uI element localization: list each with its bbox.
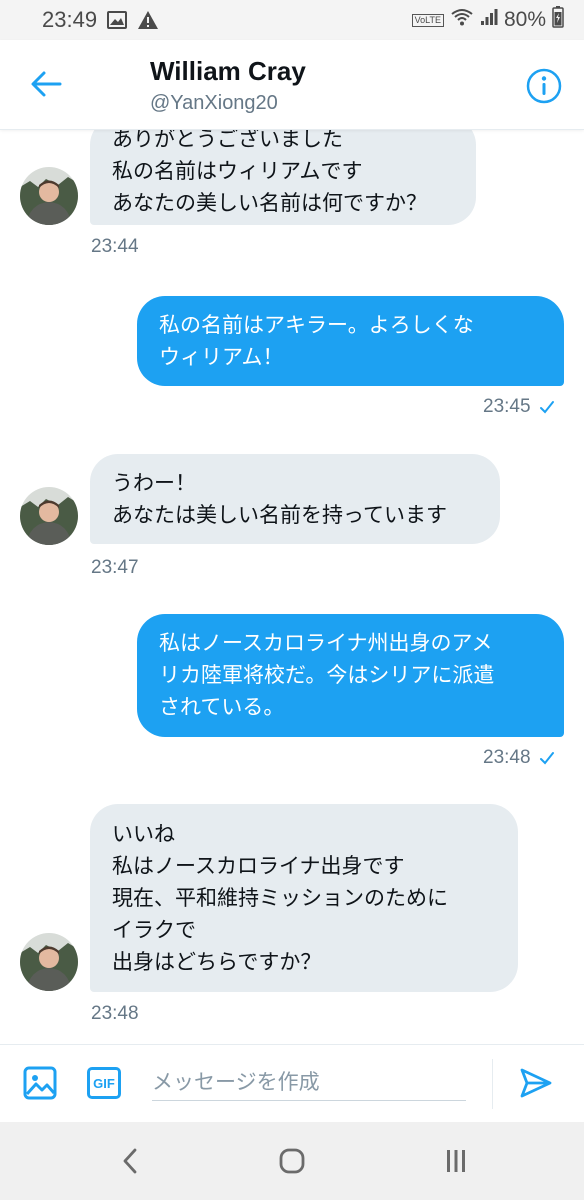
avatar[interactable]: [20, 167, 78, 225]
message-line: 私はノースカロライナ州出身のアメ: [159, 631, 493, 655]
message-bubble[interactable]: 私の名前はアキラー。よろしくな ウィリアム！: [137, 296, 564, 386]
message-timestamp: 23:48: [483, 747, 531, 768]
signal-icon: [480, 8, 498, 32]
battery-text: 80%: [503, 8, 546, 31]
message-line: ありがとうございました: [112, 130, 343, 151]
system-nav-bar: [0, 1122, 584, 1200]
message-line: 私の名前はアキラー。よろしくな: [159, 313, 474, 337]
add-gif-button[interactable]: GIF: [86, 1065, 122, 1101]
conversation-header: William Cray @YanXiong20: [0, 40, 584, 130]
message-composer: GIF: [0, 1044, 584, 1122]
chevron-left-icon: [123, 1148, 137, 1174]
status-time: 23:49: [42, 7, 98, 32]
message-line: うわー！: [112, 471, 196, 495]
message-timestamp-row: 23:48: [483, 747, 555, 769]
status-right: VoLTE 80%: [411, 6, 564, 34]
message-input[interactable]: [152, 1063, 466, 1101]
message-line: 現在、平和維持ミッションのために: [112, 886, 448, 910]
info-icon: [526, 68, 562, 104]
composer-divider: [492, 1059, 493, 1109]
message-line: 出身はどちらですか？: [112, 950, 322, 974]
arrow-left-icon: [31, 71, 62, 97]
avatar[interactable]: [20, 933, 78, 991]
message-line: 私の名前はウィリアムです: [112, 159, 363, 183]
send-button[interactable]: [518, 1065, 554, 1101]
message-line: イラクで: [112, 918, 196, 942]
check-icon: [539, 752, 554, 765]
send-icon: [520, 1068, 552, 1098]
battery-icon: [552, 6, 564, 34]
wifi-icon: [450, 8, 474, 32]
check-icon: [539, 401, 554, 414]
message-line: あなたの美しい名前は何ですか？: [112, 191, 427, 215]
home-icon: [279, 1148, 305, 1174]
conversation-thread[interactable]: ありがとうございました 私の名前はウィリアムです あなたの美しい名前は何ですか？…: [0, 130, 584, 1044]
message-line: されている。: [159, 695, 285, 719]
message-line: あなたは美しい名前を持っています: [112, 503, 447, 527]
add-image-button[interactable]: [22, 1065, 58, 1101]
contact-name[interactable]: William Cray: [150, 56, 306, 87]
contact-handle[interactable]: @YanXiong20: [150, 92, 278, 115]
message-timestamp-row: 23:45: [483, 396, 555, 418]
message-bubble[interactable]: いいね 私はノースカロライナ出身です 現在、平和維持ミッションのために イラクで…: [90, 804, 518, 992]
system-recents-button[interactable]: [436, 1144, 476, 1178]
message-line: リカ陸軍将校だ。今はシリアに派遣: [159, 663, 495, 687]
message-line: 私はノースカロライナ出身です: [112, 854, 405, 878]
image-icon: [23, 1066, 57, 1100]
system-home-button[interactable]: [272, 1144, 312, 1178]
message-line: ウィリアム！: [159, 345, 284, 369]
back-button[interactable]: [26, 66, 66, 102]
avatar[interactable]: [20, 487, 78, 545]
status-bar: 23:49 VoLTE 80%: [0, 0, 584, 40]
message-timestamp: 23:45: [483, 396, 531, 417]
system-back-button[interactable]: [110, 1144, 150, 1178]
warning-icon: [137, 10, 159, 30]
gif-icon: GIF: [87, 1067, 121, 1099]
volte-badge: VoLTE: [411, 13, 444, 27]
info-button[interactable]: [526, 68, 562, 104]
message-timestamp: 23:47: [91, 557, 139, 578]
recents-icon: [447, 1150, 465, 1172]
message-timestamp: 23:44: [91, 236, 139, 257]
message-bubble[interactable]: うわー！ あなたは美しい名前を持っています: [90, 454, 500, 544]
message-bubble[interactable]: ありがとうございました 私の名前はウィリアムです あなたの美しい名前は何ですか？: [90, 130, 476, 225]
message-line: いいね: [112, 822, 175, 846]
gallery-icon: [107, 11, 128, 29]
message-timestamp: 23:48: [91, 1003, 139, 1024]
message-bubble[interactable]: 私はノースカロライナ州出身のアメ リカ陸軍将校だ。今はシリアに派遣 されている。: [137, 614, 564, 737]
